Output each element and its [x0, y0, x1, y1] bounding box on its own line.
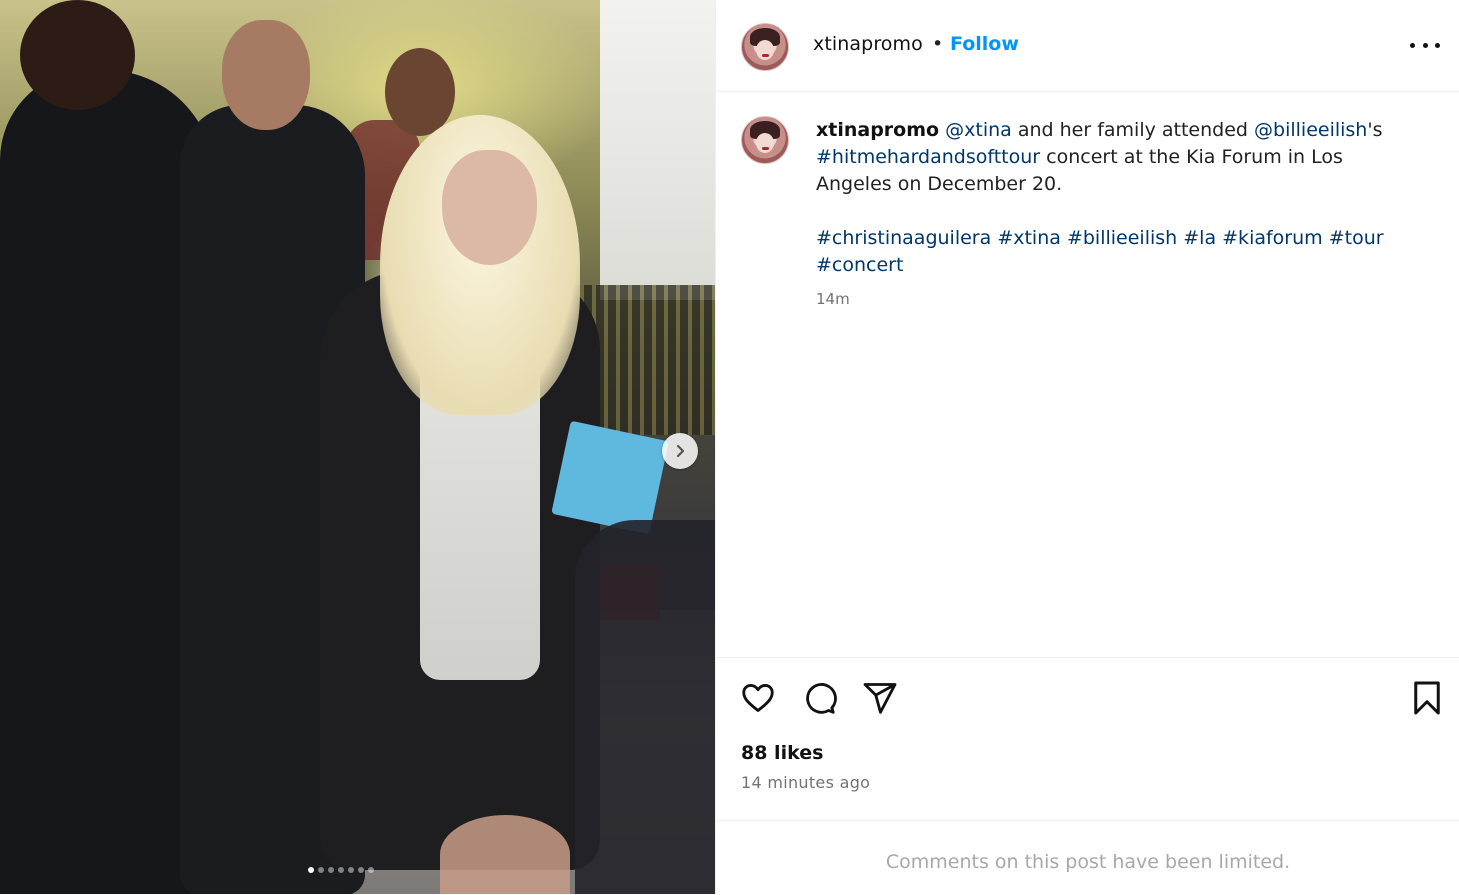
caption-username[interactable]: xtinapromo: [816, 119, 939, 141]
carousel-dots: [308, 867, 374, 873]
photo-woman-face: [442, 150, 537, 265]
post-details-panel: xtinapromo • Follow xtinapromo @xtina an…: [715, 0, 1459, 894]
carousel-dot: [358, 867, 364, 873]
post-image[interactable]: [0, 0, 715, 894]
caption-hashtags: #christinaaguilera #xtina #billieeilish …: [816, 225, 1416, 279]
next-slide-button[interactable]: [662, 433, 698, 469]
hashtag[interactable]: #christinaaguilera: [816, 227, 991, 249]
photo-blue-folder: [551, 420, 669, 535]
photo-person-middle-head: [222, 20, 310, 130]
photo-person-left-head: [20, 0, 135, 110]
hashtag[interactable]: #concert: [816, 254, 903, 276]
caption-body: xtinapromo @xtina and her family attende…: [816, 117, 1416, 198]
profile-avatar[interactable]: [741, 23, 789, 71]
post-time-ago[interactable]: 14 minutes ago: [741, 773, 870, 792]
caption-text-1: and her family attended: [1011, 119, 1255, 141]
hashtag[interactable]: #xtina: [997, 227, 1061, 249]
carousel-dot: [348, 867, 354, 873]
hashtag[interactable]: #billieeilish: [1067, 227, 1177, 249]
paper-plane-icon[interactable]: [862, 680, 898, 716]
mention-xtina[interactable]: @xtina: [945, 119, 1012, 141]
photo-foreground-blur: [575, 520, 715, 894]
chevron-right-icon: [676, 444, 685, 458]
comment-icon[interactable]: [801, 680, 837, 716]
photo-background: [600, 0, 715, 300]
carousel-dot: [328, 867, 334, 873]
follow-button[interactable]: Follow: [950, 33, 1019, 55]
photo-person-background-head: [385, 48, 455, 136]
photo-foreground-hand: [440, 815, 570, 894]
more-options-icon[interactable]: [1410, 33, 1440, 57]
likes-count[interactable]: 88 likes: [741, 742, 823, 764]
carousel-dot: [368, 867, 374, 873]
hashtag[interactable]: #kiaforum: [1222, 227, 1323, 249]
header-separator: •: [932, 33, 944, 55]
caption-timestamp[interactable]: 14m: [816, 290, 850, 308]
post-caption: xtinapromo @xtina and her family attende…: [816, 117, 1416, 279]
hashtag-tour-name[interactable]: #hitmehardandsofttour: [816, 146, 1040, 168]
hashtag[interactable]: #la: [1183, 227, 1216, 249]
post-header: xtinapromo • Follow: [716, 0, 1459, 92]
mention-billieeilish[interactable]: @billieeilish: [1254, 119, 1367, 141]
heart-icon[interactable]: [740, 680, 776, 716]
comments-limited-notice: Comments on this post have been limited.: [716, 820, 1459, 895]
carousel-dot: [308, 867, 314, 873]
caption-avatar[interactable]: [741, 116, 789, 164]
carousel-dot: [318, 867, 324, 873]
bookmark-icon[interactable]: [1411, 680, 1443, 716]
header-username[interactable]: xtinapromo: [813, 33, 923, 55]
caption-text-2: 's: [1367, 119, 1383, 141]
carousel-dot: [338, 867, 344, 873]
hashtag[interactable]: #tour: [1329, 227, 1384, 249]
comments-limited-text: Comments on this post have been limited.: [885, 851, 1291, 873]
action-bar: 88 likes 14 minutes ago: [716, 657, 1459, 820]
